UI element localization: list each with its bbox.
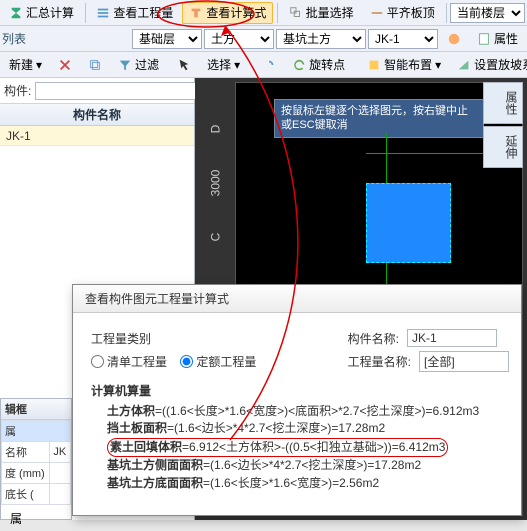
delete-button[interactable] [51,54,79,76]
calc-line-2: 挡土板面积=(1.6<边长>*4*2.7<挖土深度>)=17.28m2 [107,420,509,437]
prop-depth-label: 度 (mm) [2,463,50,484]
layer-select[interactable]: 基础层 [132,29,202,49]
qty-name-label: 工程量名称: [348,353,411,370]
calc-line-1: 土方体积=((1.6<长度>*1.6<宽度>)<底面积>*2.7<挖土深度>)=… [107,403,509,420]
comp-name-value[interactable]: JK-1 [407,329,497,347]
prop-bottom-label: 底长 ( [2,484,50,505]
slope-button[interactable]: 设置放坡系数 [450,54,527,76]
radio-quota-qty[interactable]: 定额工程量 [180,353,256,370]
slope-icon [457,58,471,72]
properties-button[interactable]: 属性 [470,28,525,50]
props-icon [477,32,491,46]
selection-rect[interactable] [366,183,451,263]
dialog-title-text: 查看构件图元工程量计算式 [85,290,229,307]
grid-row-jk1[interactable]: JK-1 [0,126,194,146]
calc-line-4: 基坑土方侧面面积=(1.6<边长>*4*2.7<挖土深度>)=17.28m2 [107,457,509,474]
level-icon [370,6,384,20]
edit-frame-panel: 辑框 属 名称JK 度 (mm) 底长 ( 属 [0,398,72,520]
subcategory-select[interactable]: 基坑土方 [276,29,366,49]
formula-icon [189,6,203,20]
palette-button[interactable] [440,28,468,50]
copy-icon [88,58,102,72]
delete-icon [58,58,72,72]
smart-icon [367,58,381,72]
sigma-icon [9,6,23,20]
qty-name-value[interactable]: [全部] [419,351,509,372]
calc-line-5: 基坑土方底面面积=(1.6<长度>*1.6<宽度>)=2.56m2 [107,475,509,492]
comp-name-label: 构件名称: [348,330,399,347]
palette-icon [447,32,461,46]
side-tab-props[interactable]: 属性 [483,82,523,124]
view-formula-button[interactable]: 查看计算式 [182,2,273,24]
grid-header: 构件名称 [0,104,194,126]
list-label: 列表 [2,30,26,47]
side-tabs: 属性 延伸 [483,82,523,168]
multiselect-icon [289,6,303,20]
pointer-icon [177,58,191,72]
new-button[interactable]: 新建 ▾ [2,54,49,76]
prop-name-label: 名称 [2,442,50,463]
flat-top-button[interactable]: 平齐板顶 [363,2,442,24]
edit-frame-title: 辑框 [1,399,71,420]
batch-select-button[interactable]: 批量选择 [282,2,361,24]
calc-results: 土方体积=((1.6<长度>*1.6<宽度>)<底面积>*2.7<挖土深度>)=… [107,403,509,492]
copy-button[interactable] [81,54,109,76]
toolbar-main: 汇总计算 查看工程量 查看计算式 批量选择 平齐板顶 当前楼层 [0,0,527,26]
attr-header: 属 [2,421,71,442]
dialog-titlebar[interactable]: 查看构件图元工程量计算式 [73,285,521,313]
undo-button[interactable] [255,54,283,76]
formula-dialog: 查看构件图元工程量计算式 工程量类别 清单工程量 定额工程量 构件名称: JK-1… [72,284,522,516]
component-search-input[interactable] [35,82,198,100]
qty-category-label: 工程量类别 [91,330,266,347]
calc-line-3: 素土回填体积=6.912<土方体积>-((0.5<扣独立基础>))=6.412m… [107,438,509,457]
category-select[interactable]: 土方 [204,29,274,49]
toolbar-edit: 新建 ▾ 过滤 选择 ▾ 旋转点 智能布置 ▾ 设置放坡系数 [0,52,527,78]
filter-icon [118,58,132,72]
calc-heading: 计算机算量 [91,382,509,399]
undo-icon [262,58,276,72]
summary-calc-button[interactable]: 汇总计算 [2,2,81,24]
smart-layout-button[interactable]: 智能布置 ▾ [360,54,448,76]
rotate-point-button[interactable]: 旋转点 [285,54,352,76]
filter-button[interactable]: 过滤 [111,54,166,76]
current-floor-select[interactable]: 当前楼层 [450,3,525,23]
prop-name-value[interactable]: JK [50,442,71,463]
attr-button[interactable]: 属 [3,507,29,529]
radio-list-qty[interactable]: 清单工程量 [91,353,167,370]
side-tab-extend[interactable]: 延伸 [483,126,523,168]
view-quantity-button[interactable]: 查看工程量 [89,2,180,24]
rotate-icon [292,58,306,72]
item-select[interactable]: JK-1 [368,29,438,49]
select-button[interactable]: 选择 ▾ [200,54,247,76]
list-icon [96,6,110,20]
component-search-row: 构件: [0,78,194,104]
component-label: 构件: [4,82,31,99]
pointer-button[interactable] [170,54,198,76]
toolbar-layer: 列表 基础层 土方 基坑土方 JK-1 属性 [0,26,527,52]
canvas-tooltip: 按鼠标左键逐个选择图元，按右键中止或ESC键取消 [274,99,484,138]
